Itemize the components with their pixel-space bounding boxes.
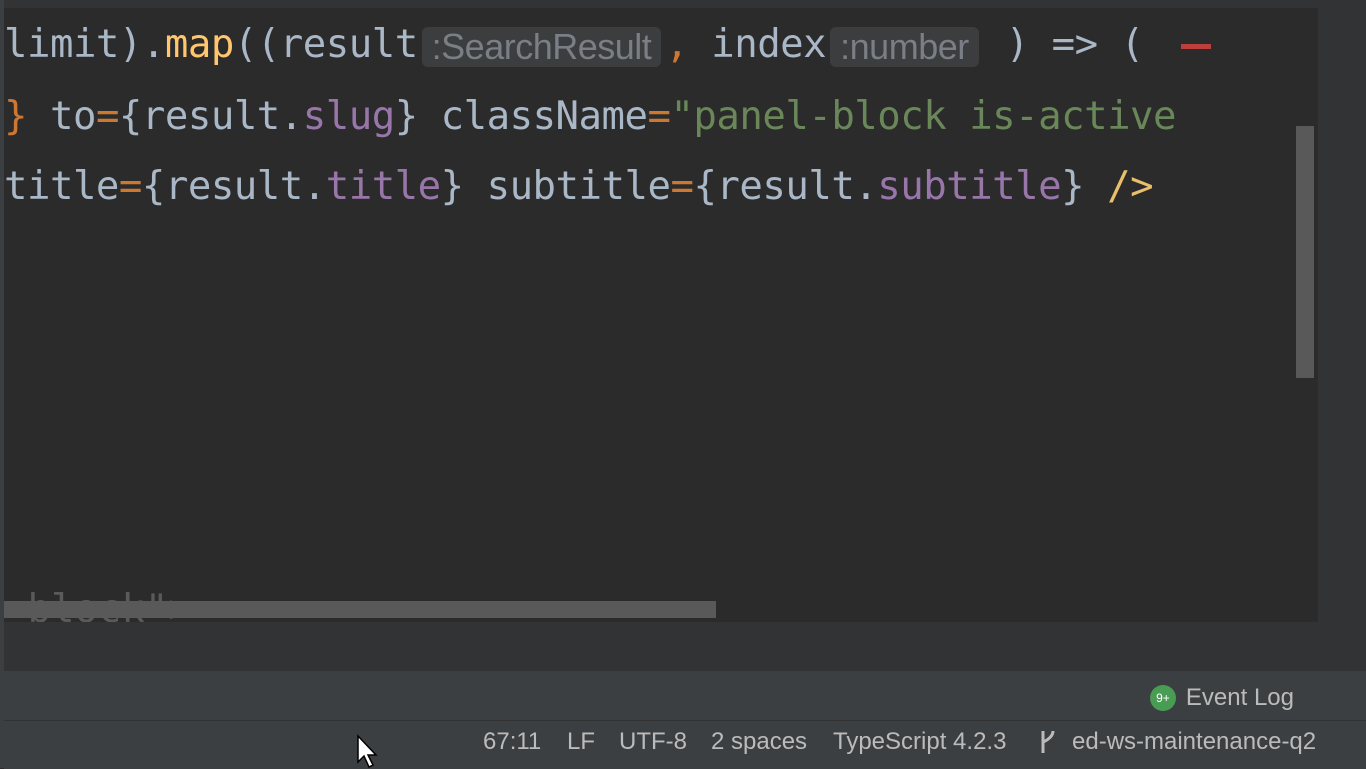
error-marker	[1180, 44, 1211, 49]
type-hint-searchresult: :SearchResult	[421, 26, 662, 67]
code-text: {result.	[118, 94, 303, 139]
code-text: index	[688, 22, 827, 67]
line-separator[interactable]: LF	[567, 728, 595, 756]
tag-close: />	[1107, 164, 1154, 209]
right-gutter-strip	[1318, 0, 1366, 670]
property-title: title	[325, 164, 441, 209]
code-text: limit).	[4, 22, 165, 67]
vertical-scrollbar[interactable]	[1296, 126, 1314, 378]
code-line-2[interactable]: } to={result.slug} className="panel-bloc…	[4, 89, 1177, 145]
property-slug: slug	[302, 94, 395, 139]
event-log-icon: 9+	[1149, 685, 1176, 711]
code-text: {result.	[141, 164, 326, 209]
language-service[interactable]: TypeScript 4.2.3	[833, 728, 1006, 756]
git-branch-icon	[1041, 730, 1055, 753]
code-text: }	[1061, 164, 1108, 209]
mouse-cursor-icon	[357, 734, 378, 768]
caret-position[interactable]: 67:11	[483, 728, 541, 756]
attr-title: title	[4, 164, 119, 209]
string-classname: "panel-block is-active	[670, 94, 1177, 139]
event-log-label: Event Log	[1185, 684, 1294, 711]
code-text: ) => (	[982, 22, 1167, 67]
code-line-1[interactable]: limit).map((result:SearchResult, index:n…	[4, 17, 1211, 73]
code-text: } className	[394, 94, 648, 139]
code-text: ((result	[233, 22, 418, 67]
code-equals: =	[647, 94, 671, 139]
code-text: } subtitle	[440, 164, 671, 209]
type-hint-number: :number	[830, 26, 979, 67]
map-function: map	[164, 22, 234, 67]
code-equals: =	[670, 164, 694, 209]
code-comma: ,	[665, 22, 689, 67]
attr-to: to	[49, 94, 96, 139]
editor-bottom-band	[4, 622, 1318, 670]
code-editor[interactable]: limit).map((result:SearchResult, index:n…	[4, 0, 1318, 622]
code-equals: =	[118, 164, 142, 209]
code-brace: }	[4, 94, 50, 139]
event-log-button[interactable]: 9+ Event Log	[1149, 684, 1294, 712]
git-branch[interactable]: ed-ws-maintenance-q2	[1072, 728, 1316, 756]
code-text: {result.	[693, 164, 878, 209]
code-line-3[interactable]: title={result.title} subtitle={result.su…	[4, 159, 1154, 215]
indent-setting[interactable]: 2 spaces	[711, 728, 807, 756]
file-encoding[interactable]: UTF-8	[619, 728, 687, 756]
code-equals: =	[95, 94, 119, 139]
property-subtitle: subtitle	[877, 164, 1062, 209]
editor-top-strip	[4, 0, 1318, 8]
horizontal-scrollbar[interactable]	[4, 601, 716, 618]
